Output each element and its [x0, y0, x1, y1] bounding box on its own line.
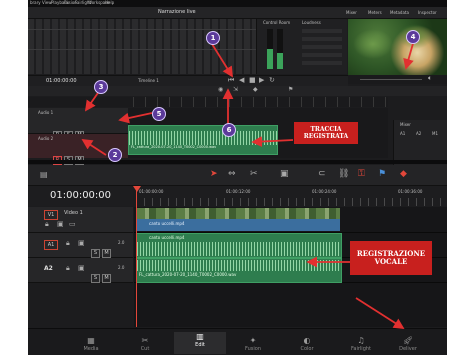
- callout-traccia-registrata: TRACCIA REGISTRATA: [294, 122, 358, 144]
- callout-registrazione-vocale: REGISTRAZIONE VOCALE: [350, 241, 432, 275]
- annotation-badge-5: 5: [152, 107, 166, 121]
- resolve-window: brary View Playback Fusion Fairlight Wor…: [28, 0, 447, 355]
- annotation-badge-4: 4: [406, 30, 420, 44]
- annotation-badge-6: 6: [222, 123, 236, 137]
- annotation-badge-3: 3: [94, 80, 108, 94]
- annotation-arrows: [81, 39, 415, 329]
- annotation-badge-1: 1: [206, 31, 220, 45]
- annotation-badge-2: 2: [108, 148, 122, 162]
